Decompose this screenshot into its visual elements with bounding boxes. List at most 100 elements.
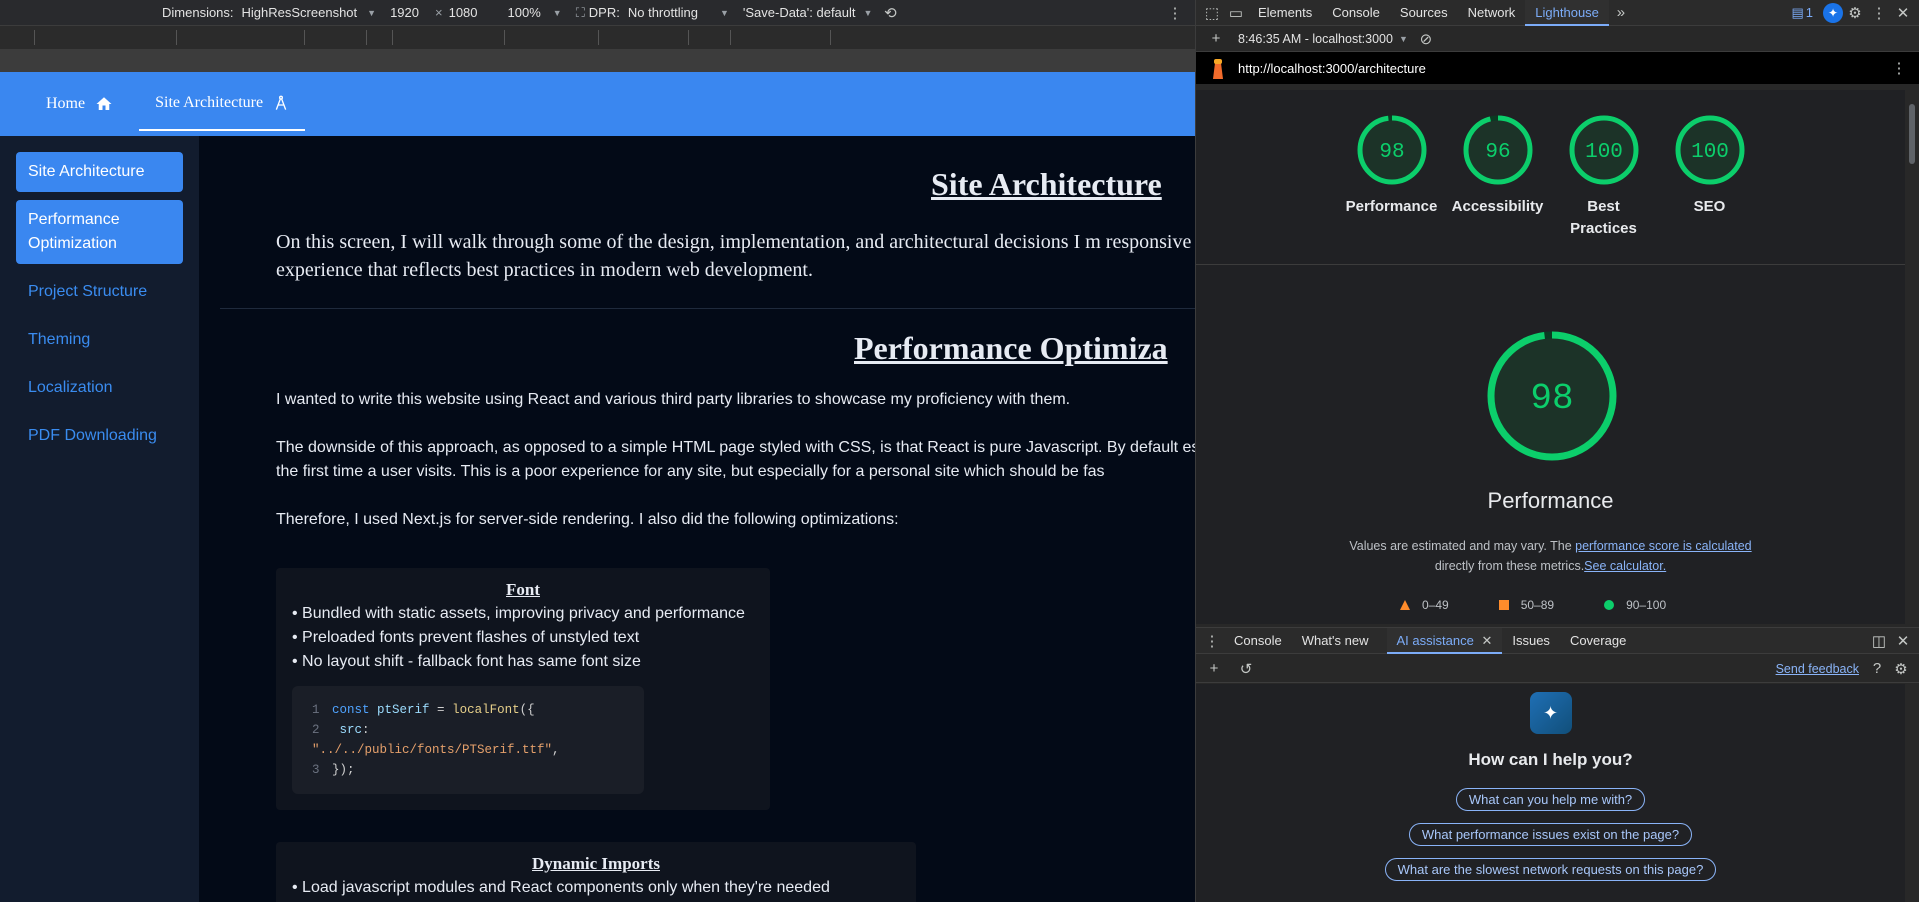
code-line: 1 const ptSerif = localFont({ [312, 703, 535, 717]
more-tabs-icon[interactable]: » [1609, 1, 1633, 25]
main-content: Site Architecture On this screen, I will… [220, 136, 1195, 902]
circle-icon [1604, 600, 1615, 610]
send-feedback-link[interactable]: Send feedback [1776, 662, 1859, 676]
lighthouse-toolbar: + 8:46:35 AM - localhost:3000 ▼ ⊘ [1196, 26, 1919, 52]
score-gauges: 98 Performance 96 Accessibility 100 Best… [1196, 90, 1905, 240]
close-icon[interactable]: ✕ [1481, 633, 1492, 648]
suggestion-chip[interactable]: What performance issues exist on the pag… [1408, 823, 1693, 846]
clear-icon[interactable]: ⊘ [1414, 27, 1438, 51]
history-icon[interactable]: ↺ [1234, 657, 1258, 681]
sidebar-item-pdf-downloading[interactable]: PDF Downloading [16, 416, 183, 456]
issues-badge[interactable]: ▤ 1 [1791, 5, 1813, 21]
report-url[interactable]: http://localhost:3000/architecture [1238, 61, 1426, 76]
sidebar-item-performance-optimization[interactable]: Performance Optimization [16, 200, 183, 264]
gauge-seo[interactable]: 100 SEO [1670, 114, 1750, 240]
width-input[interactable]: 1920 [390, 5, 419, 20]
gauge-label: Best Practices [1570, 198, 1637, 237]
home-icon [96, 97, 112, 110]
new-chat-icon[interactable]: + [1202, 657, 1226, 681]
list-item: • Load javascript modules and React comp… [292, 879, 830, 896]
more-options-icon[interactable]: ⋮ [1867, 1, 1891, 25]
section-divider [220, 308, 1195, 309]
gauge-performance[interactable]: 98 Performance [1346, 114, 1437, 240]
sidebar-item-project-structure[interactable]: Project Structure [16, 272, 183, 312]
save-data-select[interactable]: 'Save-Data': default ▼ [743, 5, 873, 20]
sidebar-item-site-architecture[interactable]: Site Architecture [16, 152, 183, 192]
rotate-icon[interactable]: ⟲ [878, 1, 902, 25]
inspect-element-icon[interactable]: ⬚ [1200, 1, 1224, 25]
media-query-ruler [0, 26, 1195, 50]
nav-site-architecture[interactable]: Site Architecture [139, 77, 306, 131]
nav-home[interactable]: Home [30, 77, 129, 131]
device-toolbar: Dimensions: HighResScreenshot ▼ 1920 × 1… [0, 0, 1195, 26]
score-value: 98 [1379, 141, 1404, 164]
gauge-accessibility[interactable]: 96 Accessibility [1452, 114, 1543, 240]
imports-card-title: Dynamic Imports [532, 854, 660, 873]
dpr-select[interactable]: ⛶ DPR: [576, 5, 620, 21]
drawer-menu-icon[interactable]: ⋮ [1200, 629, 1224, 653]
ai-assistance-panel: ✦ How can I help you? What can you help … [1196, 684, 1905, 902]
sidebar-item-localization[interactable]: Localization [16, 368, 183, 408]
settings-gear-icon[interactable]: ⚙ [1843, 1, 1867, 25]
device-toolbar-icon[interactable]: ▭ [1224, 1, 1248, 25]
list-item: • Bundled with static assets, improving … [292, 605, 745, 622]
tab-network[interactable]: Network [1458, 0, 1526, 26]
zoom-select[interactable]: 100% ▼ [508, 5, 562, 20]
tab-elements[interactable]: Elements [1248, 0, 1322, 26]
devtools-panel: ⬚ ▭ Elements Console Sources Network Lig… [1195, 0, 1919, 902]
height-input[interactable]: 1080 [449, 5, 478, 20]
tab-console[interactable]: Console [1322, 0, 1390, 26]
drawer-tab-issues[interactable]: Issues [1502, 628, 1560, 654]
chevron-down-icon: ▼ [367, 7, 377, 18]
issues-count: 1 [1805, 5, 1813, 20]
list-item: • No layout shift - fallback font has sa… [292, 653, 641, 670]
drawer-tab-coverage[interactable]: Coverage [1560, 628, 1636, 654]
see-calculator-link[interactable]: See calculator. [1584, 559, 1666, 573]
ai-greeting: How can I help you? [1468, 750, 1633, 769]
devtools-tabbar: ⬚ ▭ Elements Console Sources Network Lig… [1196, 0, 1919, 26]
dimensions-select[interactable]: Dimensions: HighResScreenshot ▼ [162, 5, 376, 20]
score-note: Values are estimated and may vary. The p… [1196, 536, 1905, 576]
legend-fail: 0–49 [1400, 598, 1449, 612]
drawer-tab-ai-assistance[interactable]: AI assistance ✕ [1386, 627, 1503, 654]
more-options-icon[interactable]: ⋮ [1887, 56, 1911, 80]
drawer-tab-console[interactable]: Console [1224, 628, 1292, 654]
sidebar-item-theming[interactable]: Theming [16, 320, 183, 360]
drawer-tab-whats-new[interactable]: What's new [1292, 628, 1379, 654]
website-viewport: Home Site Architecture Site Architecture… [0, 72, 1195, 902]
throttling-select[interactable]: No throttling ▼ [628, 5, 729, 20]
list-item: • Preloaded fonts prevent flashes of uns… [292, 629, 640, 646]
suggestion-chip[interactable]: What can you help me with? [1455, 788, 1646, 811]
score-calculated-link[interactable]: performance score is calculated [1575, 539, 1751, 553]
font-card-title: Font [506, 580, 540, 599]
gauge-best-practices[interactable]: 100 Best Practices [1564, 114, 1644, 240]
note-text: directly from these metrics. [1434, 559, 1585, 573]
suggestion-chip[interactable]: What are the slowest network requests on… [1384, 858, 1717, 881]
score-value: 96 [1485, 141, 1510, 164]
gauge-label: SEO [1693, 198, 1726, 215]
throttling-value: No throttling [627, 5, 698, 20]
dimensions-label: Dimensions: [162, 5, 234, 20]
add-icon[interactable]: + [1204, 27, 1228, 51]
ai-assistant-icon[interactable]: ✦ [1823, 2, 1843, 23]
help-icon[interactable]: ? [1865, 657, 1889, 681]
gauge-ring: 96 [1463, 115, 1532, 185]
tab-lighthouse[interactable]: Lighthouse [1525, 0, 1609, 26]
close-icon[interactable]: ✕ [1891, 1, 1915, 25]
paragraph-nextjs: Therefore, I used Next.js for server-sid… [276, 511, 899, 528]
section-divider [1196, 264, 1905, 265]
score-value: 100 [1585, 141, 1623, 164]
gauge-label: Performance [1345, 198, 1438, 215]
font-card: Font • Bundled with static assets, impro… [276, 568, 770, 810]
scrollbar-thumb[interactable] [1909, 104, 1915, 164]
close-drawer-icon[interactable]: ✕ [1891, 629, 1915, 653]
report-scrollbar[interactable] [1905, 90, 1919, 624]
dock-side-icon[interactable]: ◫ [1867, 629, 1891, 653]
more-options-icon[interactable]: ⋮ [1163, 1, 1187, 25]
legend-average: 50–89 [1498, 598, 1554, 612]
gauge-ring: 100 [1675, 115, 1744, 185]
square-icon [1498, 600, 1509, 610]
report-select[interactable]: 8:46:35 AM - localhost:3000 [1238, 32, 1393, 46]
tab-sources[interactable]: Sources [1390, 0, 1458, 26]
settings-gear-icon[interactable]: ⚙ [1889, 657, 1913, 681]
